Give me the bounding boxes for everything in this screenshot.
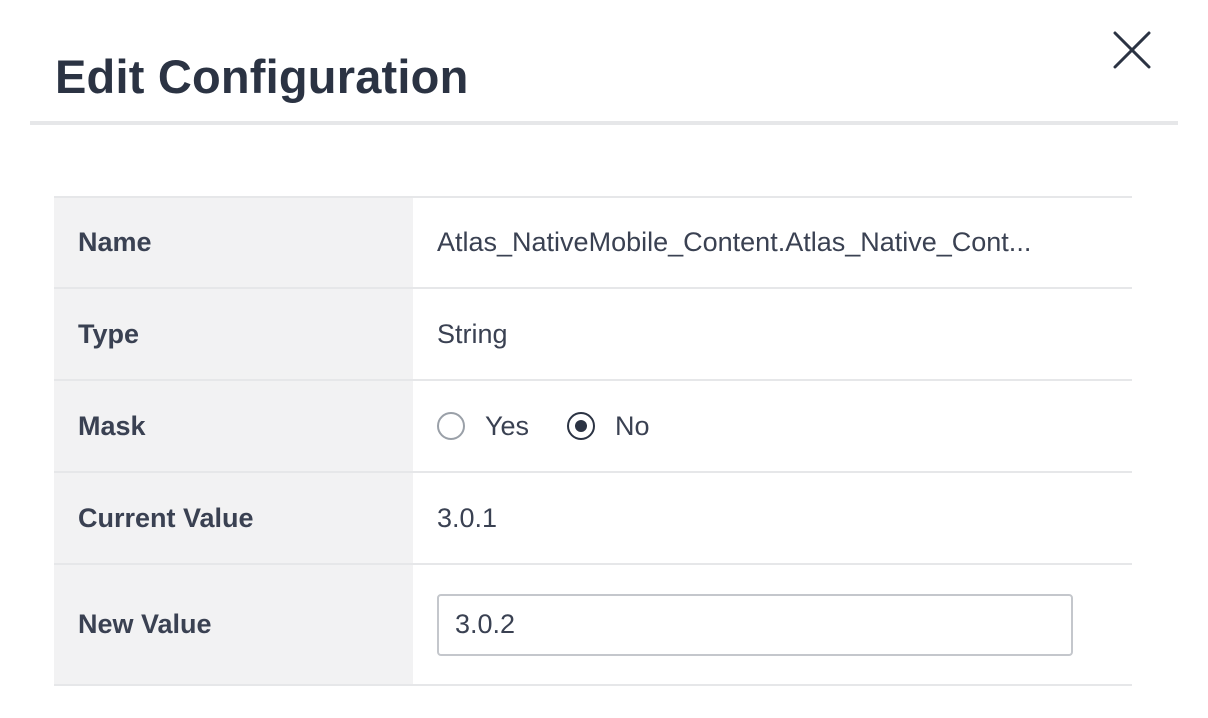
configuration-table: Name Atlas_NativeMobile_Content.Atlas_Na… <box>54 196 1132 686</box>
new-value-label: New Value <box>54 564 413 685</box>
mask-option-no[interactable]: No <box>567 411 650 442</box>
mask-option-yes-label: Yes <box>485 410 530 441</box>
type-row: Type String <box>54 288 1132 380</box>
mask-radio-group: Yes No <box>437 411 1132 442</box>
name-row: Name Atlas_NativeMobile_Content.Atlas_Na… <box>54 197 1132 288</box>
current-value: 3.0.1 <box>437 502 498 533</box>
close-button[interactable] <box>1107 25 1157 75</box>
type-label: Type <box>54 288 413 380</box>
new-value-cell <box>413 564 1132 685</box>
dialog-header: Edit Configuration <box>30 0 1178 125</box>
type-value-cell: String <box>413 288 1132 380</box>
edit-configuration-dialog: Edit Configuration Name Atlas_NativeMobi… <box>0 0 1208 718</box>
current-value-label: Current Value <box>54 472 413 564</box>
dialog-title: Edit Configuration <box>55 50 469 103</box>
mask-value-cell: Yes No <box>413 380 1132 472</box>
current-value-cell: 3.0.1 <box>413 472 1132 564</box>
mask-label: Mask <box>54 380 413 472</box>
radio-unchecked-icon[interactable] <box>437 412 465 440</box>
mask-option-yes[interactable]: Yes <box>437 411 529 442</box>
new-value-row: New Value <box>54 564 1132 685</box>
radio-checked-icon[interactable] <box>567 412 596 440</box>
new-value-input[interactable] <box>437 593 1073 656</box>
name-value-cell: Atlas_NativeMobile_Content.Atlas_Native_… <box>413 197 1132 288</box>
mask-option-no-label: No <box>615 410 650 441</box>
name-value: Atlas_NativeMobile_Content.Atlas_Native_… <box>437 227 1032 257</box>
current-value-row: Current Value 3.0.1 <box>54 472 1132 564</box>
type-value: String <box>437 318 508 349</box>
mask-row: Mask Yes No <box>54 380 1132 472</box>
name-label: Name <box>54 197 413 288</box>
close-icon <box>1113 31 1151 69</box>
